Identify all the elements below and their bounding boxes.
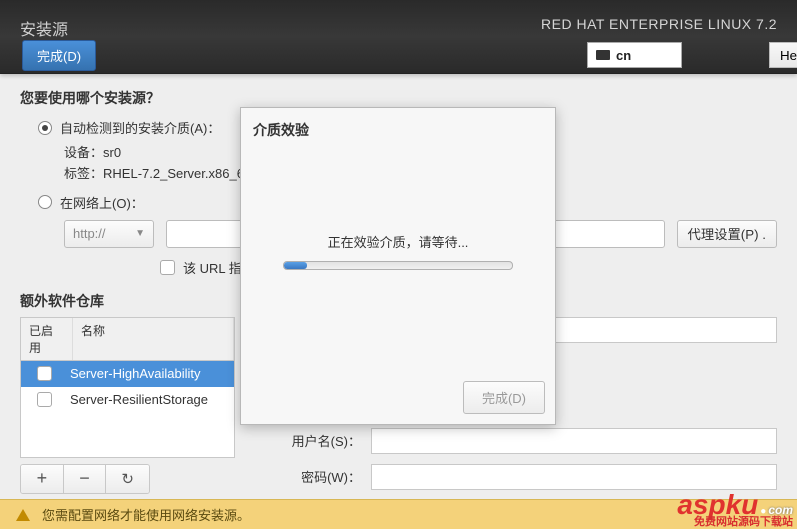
keyboard-layout: cn [616, 48, 631, 63]
col-name: 名称 [73, 318, 234, 360]
progress-bar-fill [284, 262, 307, 269]
repo-table-header: 已启用 名称 [21, 318, 234, 361]
proxy-settings-button[interactable]: 代理设置(P) . [677, 220, 778, 248]
progress-bar-track [283, 261, 513, 270]
username-label: 用户名(S)： [251, 431, 361, 450]
repo-table: 已启用 名称 Server-HighAvailability Server-Re… [20, 317, 235, 458]
checkbox-icon [160, 260, 175, 275]
radio-icon [38, 121, 52, 135]
dialog-done-button[interactable]: 完成(D) [463, 381, 545, 414]
dialog-message: 正在效验介质，请等待... [241, 232, 555, 251]
done-button-header[interactable]: 完成(D) [22, 40, 96, 71]
repo-toolbar: + − ↻ [20, 464, 150, 494]
radio-net-label: 在网络上(O)： [60, 193, 144, 212]
username-input[interactable] [371, 428, 777, 454]
media-check-dialog: 介质效验 正在效验介质，请等待... 完成(D) [240, 107, 556, 425]
url-mirror-label: 该 URL 指 [183, 258, 242, 277]
repo-name: Server-HighAvailability [70, 366, 201, 381]
col-enabled: 已启用 [21, 318, 73, 360]
password-label: 密码(W)： [251, 467, 361, 486]
dialog-title: 介质效验 [241, 108, 555, 140]
app-header: 安装源 完成(D) RED HAT ENTERPRISE LINUX 7.2 c… [0, 0, 797, 74]
page-title: 安装源 [20, 16, 68, 40]
table-row[interactable]: Server-ResilientStorage [21, 387, 234, 413]
keyboard-indicator[interactable]: cn [587, 42, 682, 68]
refresh-repo-button[interactable]: ↻ [106, 465, 149, 493]
remove-repo-button[interactable]: − [64, 465, 107, 493]
table-row[interactable]: Server-HighAvailability [21, 361, 234, 387]
warning-text: 您需配置网络才能使用网络安装源。 [42, 505, 250, 524]
password-input[interactable] [371, 464, 777, 490]
help-button[interactable]: He [769, 42, 797, 68]
keyboard-icon [596, 50, 610, 60]
repo-name: Server-ResilientStorage [70, 392, 208, 407]
brand-text: RED HAT ENTERPRISE LINUX 7.2 [541, 16, 777, 32]
chevron-down-icon: ▼ [135, 228, 145, 239]
radio-auto-label: 自动检测到的安装介质(A)： [60, 118, 220, 137]
protocol-select[interactable]: http:// ▼ [64, 220, 154, 248]
source-question: 您要使用哪个安装源？ [20, 88, 777, 108]
add-repo-button[interactable]: + [21, 465, 64, 493]
checkbox-icon[interactable] [37, 392, 52, 407]
warning-bar: 您需配置网络才能使用网络安装源。 [0, 499, 797, 529]
checkbox-icon[interactable] [37, 366, 52, 381]
radio-icon [38, 195, 52, 209]
warning-icon [16, 509, 30, 521]
